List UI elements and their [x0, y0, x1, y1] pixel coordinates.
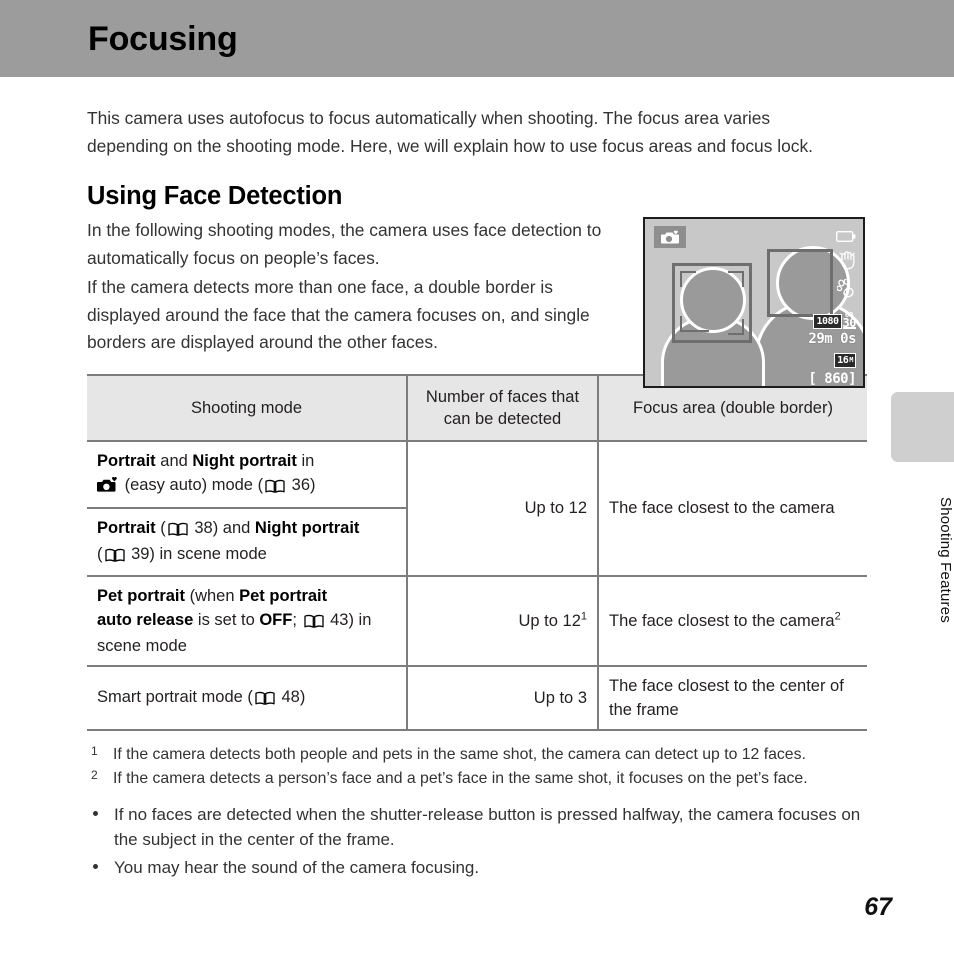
footnote-reference: 1 [580, 610, 587, 623]
list-item: If no faces are detected when the shutte… [87, 802, 877, 852]
page-number: 67 [864, 893, 892, 921]
footnote-reference: 2 [834, 610, 841, 623]
focus-bracket-group [680, 271, 744, 336]
table-row: Smart portrait mode ( 48) Up to 3 The fa… [87, 664, 867, 731]
footnote-marker: 2 [91, 767, 98, 782]
section-body: In the following shooting modes, the cam… [87, 217, 867, 389]
cell-shooting-mode: Smart portrait mode ( 48) [87, 664, 408, 731]
focus-bracket-bottom-right [728, 319, 744, 336]
emphasis-text: Night portrait [192, 451, 297, 470]
emphasis-text: auto release [97, 610, 194, 629]
list-item-text: You may hear the sound of the camera foc… [114, 857, 480, 877]
cell-text: The face closest to the camera [609, 499, 835, 518]
page-reference-book-icon [254, 687, 276, 711]
image-size-value: 16 [837, 355, 849, 367]
focus-bracket-bottom-left [680, 316, 709, 333]
movie-options-indicator: 1080 60 30 [813, 311, 857, 331]
section-tab-label: Shooting Features [937, 497, 954, 623]
footnote-item: 2 If the camera detects a person’s face … [87, 767, 877, 790]
chapter-header-band: Focusing [0, 0, 954, 77]
note-bullet-list: If no faces are detected when the shutte… [87, 802, 877, 880]
emphasis-text: Portrait [97, 451, 156, 470]
cell-text: Up to 12 [518, 611, 581, 630]
emphasis-text: Pet portrait [239, 586, 328, 605]
section-paragraph-2: If the camera detects more than one face… [87, 277, 590, 353]
footnote-text: If the camera detects both people and pe… [113, 745, 806, 763]
page-reference-book-icon [104, 544, 126, 568]
cell-focus-area: The face closest to the camera2 [597, 574, 867, 667]
face-detection-table: Shooting mode Number of faces that can b… [87, 373, 867, 731]
cell-face-count: Up to 12 [406, 439, 599, 577]
cell-focus-area: The face closest to the camera [597, 439, 867, 577]
battery-icon [835, 229, 856, 247]
table-row: Pet portrait (when Pet portrait auto rele… [87, 574, 867, 667]
intro-paragraph: This camera uses autofocus to focus auto… [87, 108, 814, 156]
movie-framerate-bottom: 30 [842, 316, 857, 331]
list-item: You may hear the sound of the camera foc… [87, 855, 877, 880]
emphasis-text: OFF [259, 610, 293, 629]
footnote-list: 1 If the camera detects both people and … [87, 743, 877, 790]
camera-monitor-illustration: 1080 60 30 29m 0s 16 M [ 860] [643, 217, 865, 389]
section-tab-marker [891, 392, 954, 462]
column-header-shooting-mode: Shooting mode [87, 373, 408, 442]
cell-text: Up to 3 [533, 688, 587, 707]
focus-bracket-top-right [728, 271, 744, 288]
movie-framerate-indicator: 60 30 [842, 311, 857, 331]
emphasis-text: Portrait [97, 518, 156, 537]
footnote-item: 1 If the camera detects both people and … [87, 743, 877, 766]
cell-text: Up to 12 [524, 499, 587, 518]
bullet-dot-icon [93, 863, 98, 869]
page-reference-book-icon [167, 518, 189, 542]
focus-area-double-border [672, 263, 752, 344]
list-item-text: If no faces are detected when the shutte… [114, 804, 861, 849]
shots-remaining-indicator: [ 860] [808, 371, 856, 388]
page-content: This camera uses autofocus to focus auto… [87, 88, 867, 883]
table-row: Portrait and Night portrait in (easy aut… [87, 439, 867, 577]
movie-resolution-label: 1080 [813, 314, 842, 330]
cell-shooting-mode: Portrait ( 38) and Night portrait( 39) i… [87, 506, 407, 577]
cell-focus-area: The face closest to the center of the fr… [597, 664, 867, 731]
cell-shooting-mode: Portrait and Night portrait in (easy aut… [87, 439, 408, 509]
easy-auto-camera-heart-icon [654, 226, 686, 249]
page-title: Focusing [88, 20, 238, 58]
emphasis-text: Pet portrait [97, 586, 186, 605]
section-text-column: In the following shooting modes, the cam… [87, 217, 617, 357]
easy-auto-camera-heart-icon [97, 476, 118, 500]
pet-portrait-icon [836, 278, 856, 304]
page-reference-book-icon [264, 475, 286, 499]
section-paragraph-1: In the following shooting modes, the cam… [87, 220, 602, 268]
section-heading: Using Face Detection [87, 182, 343, 211]
page-reference-book-icon [303, 610, 325, 634]
image-size-unit: M [849, 356, 853, 365]
column-header-face-count: Number of faces that can be detected [406, 373, 599, 442]
cell-face-count: Up to 3 [406, 664, 599, 731]
cell-face-count: Up to 121 [406, 574, 599, 667]
focus-area-single-border [767, 249, 833, 318]
footnote-marker: 1 [91, 743, 98, 758]
table-body: Portrait and Night portrait in (easy aut… [87, 439, 867, 731]
cell-text: The face closest to the center of the fr… [609, 676, 844, 719]
emphasis-text: Night portrait [254, 518, 360, 537]
movie-time-remaining: 29m 0s [808, 331, 856, 348]
image-size-indicator: 16 M [834, 350, 856, 369]
bullet-dot-icon [93, 810, 98, 816]
focus-bracket-top-left [680, 271, 696, 288]
vibration-reduction-hand-icon [839, 251, 856, 275]
cell-shooting-mode: Pet portrait (when Pet portrait auto rele… [87, 574, 408, 667]
cell-text: The face closest to the camera [609, 611, 835, 630]
footnote-text: If the camera detects a person’s face an… [113, 769, 808, 787]
